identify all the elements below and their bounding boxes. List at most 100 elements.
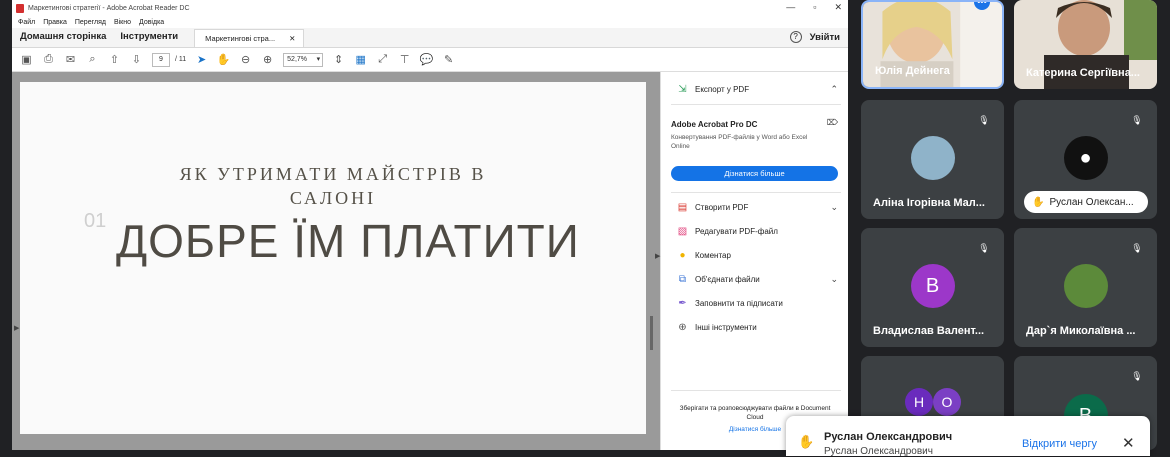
raised-hand-icon: ✋	[798, 434, 815, 449]
mic-off-icon: 🎙︎	[1131, 370, 1143, 381]
participant-tile[interactable]: 🎙︎ ● ✋ Руслан Олексан...	[1014, 100, 1157, 219]
participant-tile[interactable]: Катерина Сергіївна...	[1014, 0, 1157, 89]
participant-name: Катерина Сергіївна...	[1026, 67, 1140, 79]
stamp-icon[interactable]: ⊤	[398, 53, 411, 66]
fullscreen-icon[interactable]: ⤢	[376, 53, 389, 66]
prev-page-icon[interactable]: ⇧	[108, 53, 121, 66]
mic-off-icon: 🎙︎	[978, 242, 990, 253]
window-title: Маркетингові стратегії - Adobe Acrobat R…	[28, 4, 190, 12]
comment-icon[interactable]: 💬	[420, 53, 434, 66]
tab-document[interactable]: Маркетингові стра... ✕	[194, 29, 305, 47]
hand-tool-icon[interactable]: ✋	[217, 53, 231, 66]
participant-tile[interactable]: 🎙︎ Дар`я Миколаївна ...	[1014, 228, 1157, 347]
close-icon[interactable]: ✕	[1122, 434, 1135, 452]
tools-pane: ▶ ⇲ Експорт у PDF ⌃ Adobe Acrobat Pro DC…	[655, 72, 848, 450]
zoom-out-icon[interactable]: ⊖	[239, 53, 252, 66]
tab-bar: Домашня сторінка Інструменти Маркетингов…	[12, 28, 848, 48]
page-number-input[interactable]: 9	[152, 52, 170, 67]
participant-tile[interactable]: Юлія Дейнега •••	[861, 0, 1004, 89]
pane-collapse-icon[interactable]: ▶	[655, 252, 660, 260]
promo-title: Adobe Acrobat Pro DC	[671, 120, 758, 129]
person-icon: ●	[1063, 136, 1108, 180]
edit-pdf-item[interactable]: ▧ Редагувати PDF-файл	[677, 226, 778, 237]
learn-more-button[interactable]: Дізнатися більше	[671, 166, 838, 181]
document-view[interactable]: ▶ ЯК УТРИМАТИ МАЙСТРІВ В САЛОНІ 01 ДОБРЕ…	[12, 72, 660, 450]
edit-pdf-icon: ▧	[677, 226, 688, 237]
divider	[671, 192, 841, 193]
comment-item[interactable]: ● Коментар	[677, 250, 731, 261]
page-total: / 11	[175, 56, 187, 63]
menu-window[interactable]: Вікно	[114, 19, 131, 26]
divider	[671, 104, 841, 105]
menu-edit[interactable]: Правка	[43, 19, 67, 26]
avatar: В	[910, 264, 955, 308]
participant-name: Юлія Дейнега	[875, 65, 950, 77]
signin-button[interactable]: Увійти	[810, 32, 840, 43]
fit-page-icon[interactable]: ⇕	[332, 53, 345, 66]
close-window-button[interactable]: ✕	[834, 2, 842, 13]
open-queue-button[interactable]: Відкрити чергу	[1022, 438, 1097, 450]
zoom-in-icon[interactable]: ⊕	[261, 53, 274, 66]
tab-close-button[interactable]: ✕	[289, 34, 295, 43]
maximize-button[interactable]: ▫	[813, 2, 816, 13]
avatar: О	[933, 388, 961, 416]
mic-off-icon: 🎙︎	[1131, 114, 1143, 125]
participant-tile[interactable]: 🎙︎ Аліна Ігорівна Мал...	[861, 100, 1004, 219]
next-page-icon[interactable]: ⇩	[130, 53, 143, 66]
fill-sign-label: Заповнити та підписати	[695, 299, 783, 308]
pdf-app-icon	[16, 3, 24, 13]
fill-sign-item[interactable]: ✒ Заповнити та підписати	[677, 298, 783, 309]
tab-home[interactable]: Домашня сторінка	[12, 31, 112, 47]
raised-hand-icon: ✋	[1032, 196, 1045, 208]
create-pdf-icon: ▤	[677, 202, 688, 213]
raised-hand-badge: ✋ Руслан Олексан...	[1024, 191, 1148, 213]
vertical-scrollbar[interactable]	[650, 316, 653, 350]
toolbar: ▣ ⎙ ✉ ⌕ ⇧ ⇩ 9 / 11 ➤ ✋ ⊖ ⊕ 52,7% ⇕ ▦ ⤢ ⊤…	[12, 48, 848, 72]
pen-icon[interactable]: ✎	[442, 53, 455, 66]
menu-help[interactable]: Довідка	[139, 19, 164, 26]
mic-off-icon: 🎙︎	[978, 114, 990, 125]
create-pdf-label: Створити PDF	[695, 203, 749, 212]
more-tools-item[interactable]: ⊕ Інші інструменти	[677, 322, 757, 333]
save-icon[interactable]: ▣	[20, 53, 33, 66]
chevron-down-icon[interactable]: ⌄	[830, 202, 838, 213]
print-icon[interactable]: ⎙	[42, 53, 55, 66]
avatar	[910, 136, 955, 180]
left-pane-toggle-icon[interactable]: ▶	[14, 324, 19, 332]
avatar: Н	[905, 388, 933, 416]
slide-number: 01	[84, 210, 107, 232]
scroll-mode-icon[interactable]: ▦	[354, 53, 367, 66]
search-icon[interactable]: ⌕	[86, 53, 99, 66]
create-pdf-item[interactable]: ▤ Створити PDF	[677, 202, 749, 213]
combine-files-icon: ⧉	[678, 274, 687, 285]
export-pdf-item[interactable]: ⇲ Експорт у PDF	[677, 84, 749, 95]
participant-name: Аліна Ігорівна Мал...	[873, 197, 985, 209]
divider	[671, 390, 841, 391]
help-icon[interactable]: ?	[789, 31, 802, 43]
chevron-up-icon[interactable]: ⌃	[830, 84, 838, 95]
title-bar: Маркетингові стратегії - Adobe Acrobat R…	[12, 0, 848, 16]
raised-hand-toast: ✋ Руслан Олександрович Руслан Олександро…	[786, 416, 1150, 457]
select-cursor-icon[interactable]: ➤	[195, 53, 208, 66]
comment-label: Коментар	[695, 251, 731, 260]
minimize-button[interactable]: —	[786, 2, 795, 13]
menu-view[interactable]: Перегляд	[75, 19, 106, 26]
export-pdf-icon: ⇲	[678, 84, 687, 95]
email-icon[interactable]: ✉	[64, 53, 77, 66]
chevron-down-icon[interactable]: ⌄	[830, 274, 838, 285]
slide-subtitle-line2: САЛОНІ	[289, 188, 377, 208]
slide-subtitle-line1: ЯК УТРИМАТИ МАЙСТРІВ В	[179, 164, 487, 184]
export-pdf-label: Експорт у PDF	[695, 85, 750, 94]
slide-headline: ДОБРЕ ЇМ ПЛАТИТИ	[116, 215, 580, 267]
participant-tile[interactable]: 🎙︎ В Владислав Валент...	[861, 228, 1004, 347]
menu-bar: Файл Правка Перегляд Вікно Довідка	[12, 16, 848, 28]
combine-files-item[interactable]: ⧉ Об'єднати файли	[677, 274, 760, 285]
edit-pdf-label: Редагувати PDF-файл	[695, 227, 778, 236]
tab-tools[interactable]: Інструменти	[112, 31, 184, 47]
zoom-select[interactable]: 52,7%	[283, 52, 324, 67]
menu-file[interactable]: Файл	[18, 19, 35, 26]
combine-files-label: Об'єднати файли	[695, 275, 760, 284]
toast-subtitle: Руслан Олександрович	[824, 446, 933, 457]
plus-circle-icon: ⊕	[678, 322, 687, 333]
more-tools-label: Інші інструменти	[695, 323, 757, 332]
